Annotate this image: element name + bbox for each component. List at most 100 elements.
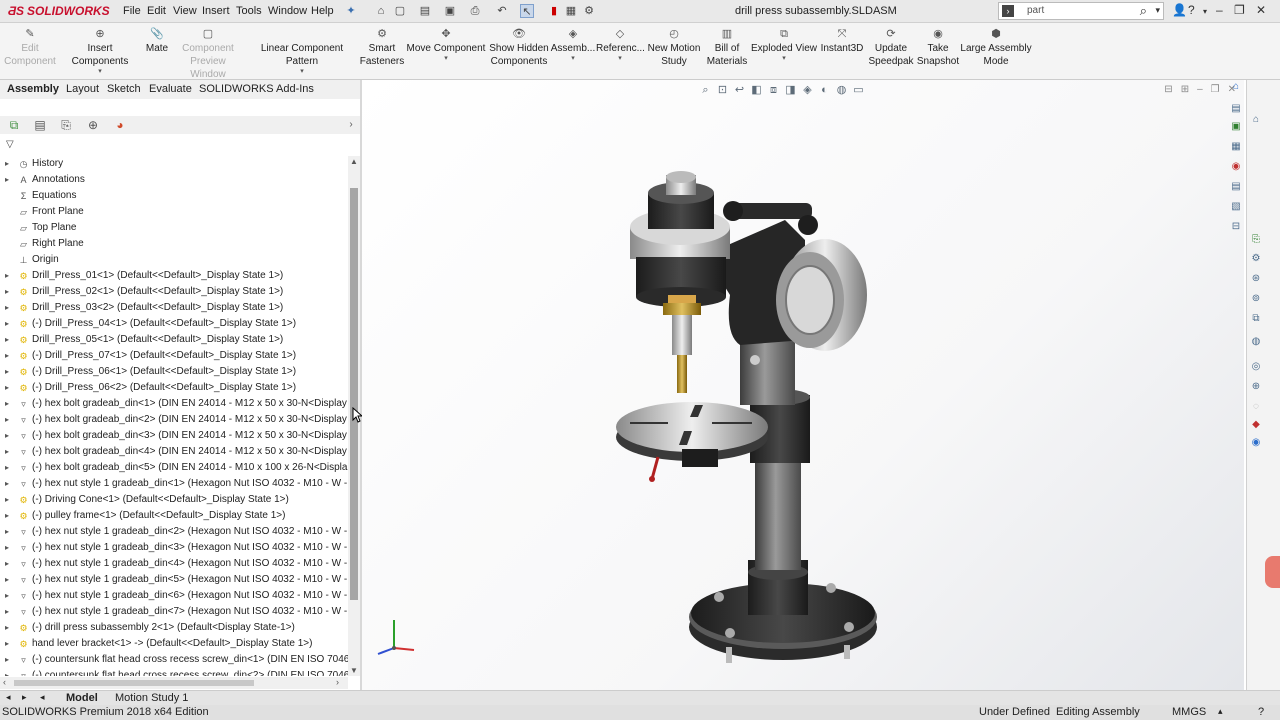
- taskpane-tool-6-icon[interactable]: ◍: [1249, 335, 1263, 349]
- home-icon[interactable]: ⌂: [374, 4, 388, 18]
- expand-arrow-icon[interactable]: ▸: [5, 396, 9, 412]
- search-icon[interactable]: ⌕: [1140, 3, 1147, 19]
- viewport-tile-icon[interactable]: ⊞: [1181, 84, 1189, 95]
- solidworks-logo[interactable]: ƋS SOLIDWORKS: [8, 4, 110, 18]
- tab-scroll-start-icon[interactable]: ◂: [40, 692, 45, 703]
- tree-item[interactable]: ▸ ▿ (-) hex nut style 1 gradeab_din<3> (He…: [0, 540, 348, 556]
- taskpane-design-library-icon[interactable]: ▤: [1229, 102, 1243, 116]
- zoom-to-area-icon[interactable]: ⊡: [714, 83, 731, 96]
- taskpane-solidworks-resources-icon[interactable]: ⌂: [1249, 113, 1263, 127]
- taskpane-tool-2-icon[interactable]: ⚙: [1249, 252, 1263, 266]
- view-settings-icon[interactable]: ▭: [850, 83, 867, 96]
- open-icon[interactable]: ▤: [418, 4, 432, 18]
- display-style-icon[interactable]: ◨: [782, 83, 799, 96]
- search-input[interactable]: part: [1027, 5, 1044, 16]
- tree-item[interactable]: ▸ ⚙ (-) drill press subassembly 2<1> (Defa…: [0, 620, 348, 636]
- taskpane-tool-3-icon[interactable]: ⊛: [1249, 272, 1263, 286]
- expand-arrow-icon[interactable]: ▸: [5, 284, 9, 300]
- chevron-right-icon[interactable]: ›: [344, 118, 358, 132]
- mate-button[interactable]: 📎 Mate: [142, 28, 172, 55]
- print-icon[interactable]: ⎙: [468, 4, 482, 18]
- expand-arrow-icon[interactable]: ▸: [5, 156, 9, 172]
- expand-arrow-icon[interactable]: ▸: [5, 412, 9, 428]
- expand-arrow-icon[interactable]: ▸: [5, 620, 9, 636]
- show-hidden-components-button[interactable]: 👁 Show Hidden Components: [488, 28, 550, 68]
- expand-arrow-icon[interactable]: ▸: [5, 556, 9, 572]
- taskpane-appearances-icon[interactable]: ◉: [1229, 160, 1243, 174]
- expand-arrow-icon[interactable]: ▸: [5, 380, 9, 396]
- chevron-down-icon[interactable]: ▾: [1155, 5, 1160, 16]
- expand-arrow-icon[interactable]: ▸: [5, 348, 9, 364]
- tree-item[interactable]: ▸ ⚙ (-) Drill_Press_07<1> (Default<<Defaul…: [0, 348, 348, 364]
- restore-icon[interactable]: ❐: [1234, 3, 1245, 17]
- tab-sketch[interactable]: Sketch: [107, 83, 141, 95]
- user-icon[interactable]: 👤: [1172, 3, 1187, 17]
- expand-arrow-icon[interactable]: ▸: [5, 444, 9, 460]
- tab-assembly[interactable]: Assembly: [7, 83, 59, 95]
- status-help-icon[interactable]: ?: [1258, 706, 1264, 718]
- property-manager-icon[interactable]: ▤: [33, 118, 47, 132]
- tree-item[interactable]: ▸ ▿ (-) hex bolt gradeab_din<3> (DIN EN 24…: [0, 428, 348, 444]
- tab-scroll-right-icon[interactable]: ▸: [22, 692, 27, 703]
- tree-item[interactable]: ▱ Top Plane: [0, 220, 348, 236]
- configuration-manager-icon[interactable]: ⎘: [59, 118, 73, 132]
- scroll-down-icon[interactable]: ▼: [350, 666, 358, 675]
- taskpane-tool-9-icon[interactable]: ◌: [1249, 400, 1263, 414]
- expand-arrow-icon[interactable]: ▸: [5, 572, 9, 588]
- expand-arrow-icon[interactable]: ▸: [5, 508, 9, 524]
- save-icon[interactable]: ▣: [443, 4, 457, 18]
- menu-window[interactable]: Window: [268, 5, 307, 17]
- expand-arrow-icon[interactable]: ▸: [5, 524, 9, 540]
- menu-view[interactable]: View: [173, 5, 197, 17]
- tab-motion-study-1[interactable]: Motion Study 1: [115, 692, 188, 704]
- rebuild-icon[interactable]: ▮: [547, 4, 561, 18]
- expand-arrow-icon[interactable]: ▸: [5, 492, 9, 508]
- hide-show-items-icon[interactable]: ◈: [799, 83, 816, 96]
- reference-geometry-button[interactable]: ◇ Referenc... ▾: [596, 28, 645, 63]
- tree-item[interactable]: ▸ ▿ (-) hex nut style 1 gradeab_din<4> (He…: [0, 556, 348, 572]
- zoom-to-fit-icon[interactable]: ⌕: [697, 84, 714, 97]
- expand-arrow-icon[interactable]: ▸: [5, 172, 9, 188]
- tree-item[interactable]: ▸ ▿ (-) hex bolt gradeab_din<5> (DIN EN 24…: [0, 460, 348, 476]
- tree-item[interactable]: ▸ ▿ (-) hex bolt gradeab_din<1> (DIN EN 24…: [0, 396, 348, 412]
- menu-file[interactable]: File: [123, 5, 141, 17]
- search-box[interactable]: › part ⌕ ▾: [998, 2, 1164, 20]
- exploded-view-button[interactable]: ⧉ Exploded View ▾: [750, 28, 818, 63]
- previous-view-icon[interactable]: ↩: [731, 83, 748, 96]
- file-properties-icon[interactable]: ▦: [564, 4, 578, 18]
- viewport-restore-icon[interactable]: ❐: [1211, 84, 1220, 95]
- tree-item[interactable]: ▸ ▿ (-) hex nut style 1 gradeab_din<6> (He…: [0, 588, 348, 604]
- tree-horizontal-scrollbar[interactable]: ‹ ›: [0, 677, 348, 689]
- edit-appearance-icon[interactable]: ◐: [816, 84, 833, 96]
- dimxpert-manager-icon[interactable]: ⊕: [86, 118, 100, 132]
- taskpane-tool-7-icon[interactable]: ◎: [1249, 360, 1263, 374]
- menu-help[interactable]: Help: [311, 5, 334, 17]
- taskpane-tool-10-icon[interactable]: ◆: [1249, 418, 1263, 432]
- insert-components-button[interactable]: ⊕ Insert Components ▾: [58, 28, 142, 76]
- update-speedpak-button[interactable]: ⟳ Update Speedpak: [866, 28, 916, 68]
- expand-arrow-icon[interactable]: ▸: [5, 476, 9, 492]
- smart-fasteners-button[interactable]: ⚙ Smart Fasteners: [356, 28, 408, 68]
- taskpane-file-explorer-icon[interactable]: ▣: [1229, 120, 1243, 134]
- taskpane-tool-8-icon[interactable]: ⊕: [1249, 380, 1263, 394]
- assembly-features-button[interactable]: ◈ Assemb... ▾: [550, 28, 596, 63]
- taskpane-sustainability-icon[interactable]: ⊟: [1229, 220, 1243, 234]
- tree-item[interactable]: ▱ Right Plane: [0, 236, 348, 252]
- viewport-minimize-icon[interactable]: –: [1197, 84, 1203, 95]
- menu-tools[interactable]: Tools: [236, 5, 262, 17]
- filter-icon[interactable]: ▽: [6, 139, 14, 150]
- scrollbar-thumb[interactable]: [350, 188, 358, 600]
- taskpane-home-icon[interactable]: ⌂: [1229, 80, 1243, 94]
- edit-component-button[interactable]: ✎ Edit Component: [4, 28, 56, 68]
- expand-arrow-icon[interactable]: ▸: [5, 668, 9, 676]
- expand-arrow-icon[interactable]: ▸: [5, 604, 9, 620]
- taskpane-tool-1-icon[interactable]: ⎘: [1249, 233, 1263, 247]
- tree-item[interactable]: ▸ ⚙ Drill_Press_03<2> (Default<<Default>_D…: [0, 300, 348, 316]
- menu-insert[interactable]: Insert: [202, 5, 230, 17]
- section-view-icon[interactable]: ◧: [748, 83, 765, 96]
- tree-item[interactable]: ▸ ▿ (-) hex nut style 1 gradeab_din<1> (He…: [0, 476, 348, 492]
- apply-scene-icon[interactable]: ◍: [833, 83, 850, 96]
- display-manager-icon[interactable]: ◕: [113, 118, 127, 132]
- horizontal-scrollbar-thumb[interactable]: [14, 680, 254, 686]
- tree-item[interactable]: ▸ ▿ (-) hex bolt gradeab_din<2> (DIN EN 24…: [0, 412, 348, 428]
